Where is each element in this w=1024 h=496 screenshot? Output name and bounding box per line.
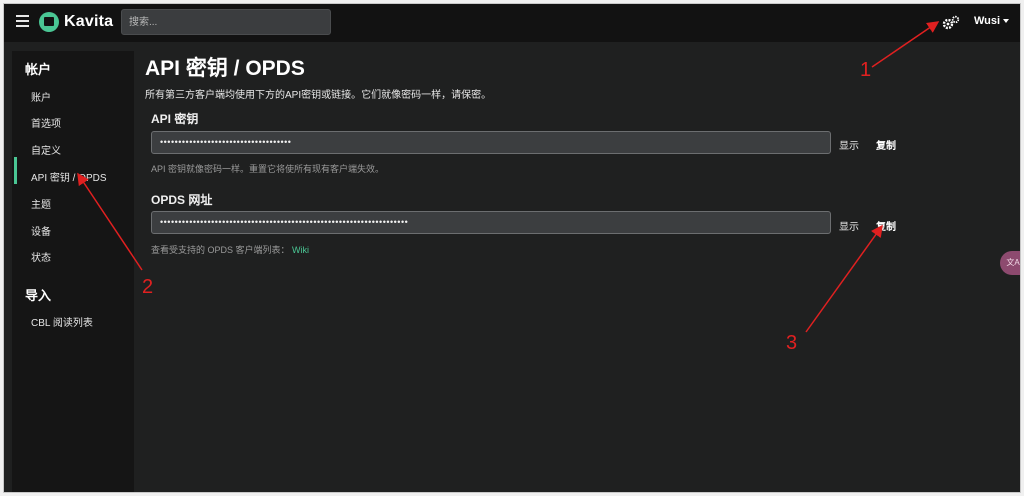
api-key-hint: API 密钥就像密码一样。重置它将使所有现有客户端失效。 [151, 164, 385, 174]
gear-icon[interactable] [942, 15, 960, 31]
active-indicator [14, 157, 17, 184]
show-api-key-button[interactable]: 显示 [839, 137, 859, 152]
sidebar-header-import: 导入 [25, 288, 52, 303]
settings-sidebar: 帐户 账户 首选项 自定义 API 密钥 / OPDS 主题 设备 状态 导入 … [12, 51, 134, 492]
opds-hint: 查看受支持的 OPDS 客户端列表： Wiki [151, 243, 309, 256]
sidebar-item-status[interactable]: 状态 [31, 249, 51, 264]
api-key-field[interactable]: •••••••••••••••••••••••••••••••••••• [151, 131, 831, 154]
opds-hint-text: 查看受支持的 OPDS 客户端列表： [151, 245, 290, 255]
kavita-logo-icon[interactable] [39, 12, 59, 32]
brand-name[interactable]: Kavita [64, 13, 113, 31]
opds-url-label: OPDS 网址 [151, 193, 213, 207]
main-content: API 密钥 / OPDS 所有第三方客户端均使用下方的API密钥或链接。它们就… [145, 44, 1015, 484]
annotation-number-3: 3 [786, 332, 798, 354]
sidebar-item-account[interactable]: 账户 [31, 89, 51, 104]
top-navbar: Kavita Wusi [4, 4, 1020, 42]
sidebar-header-account: 帐户 [25, 62, 52, 77]
search-input[interactable] [121, 9, 331, 35]
opds-url-field[interactable]: ••••••••••••••••••••••••••••••••••••••••… [151, 211, 831, 234]
copy-api-key-button[interactable]: 复制 [876, 137, 896, 152]
sidebar-item-theme[interactable]: 主题 [31, 196, 51, 211]
annotation-number-2: 2 [142, 276, 154, 298]
hamburger-icon[interactable] [16, 15, 29, 27]
annotation-number-1: 1 [860, 59, 872, 81]
user-menu[interactable]: Wusi [974, 15, 1010, 27]
sidebar-item-cbl-reading-list[interactable]: CBL 阅读列表 [31, 314, 93, 329]
sidebar-item-api-key-opds[interactable]: API 密钥 / OPDS [31, 169, 107, 184]
user-name: Wusi [974, 15, 1001, 27]
sidebar-item-devices[interactable]: 设备 [31, 223, 51, 238]
sidebar-item-customize[interactable]: 自定义 [31, 142, 61, 157]
sidebar-item-preferences[interactable]: 首选项 [31, 115, 61, 130]
app-window: Kavita Wusi 帐户 账户 首选项 自定义 API 密钥 / OPDS … [3, 3, 1021, 493]
page-title: API 密钥 / OPDS [145, 57, 305, 80]
wiki-link[interactable]: Wiki [292, 245, 309, 255]
api-key-label: API 密钥 [151, 112, 199, 126]
copy-opds-url-button[interactable]: 复制 [876, 218, 896, 233]
page-description: 所有第三方客户端均使用下方的API密钥或链接。它们就像密码一样，请保密。 [145, 90, 492, 101]
show-opds-url-button[interactable]: 显示 [839, 218, 859, 233]
translate-icon[interactable]: 文A [1000, 251, 1020, 275]
chevron-down-icon [1003, 19, 1010, 24]
